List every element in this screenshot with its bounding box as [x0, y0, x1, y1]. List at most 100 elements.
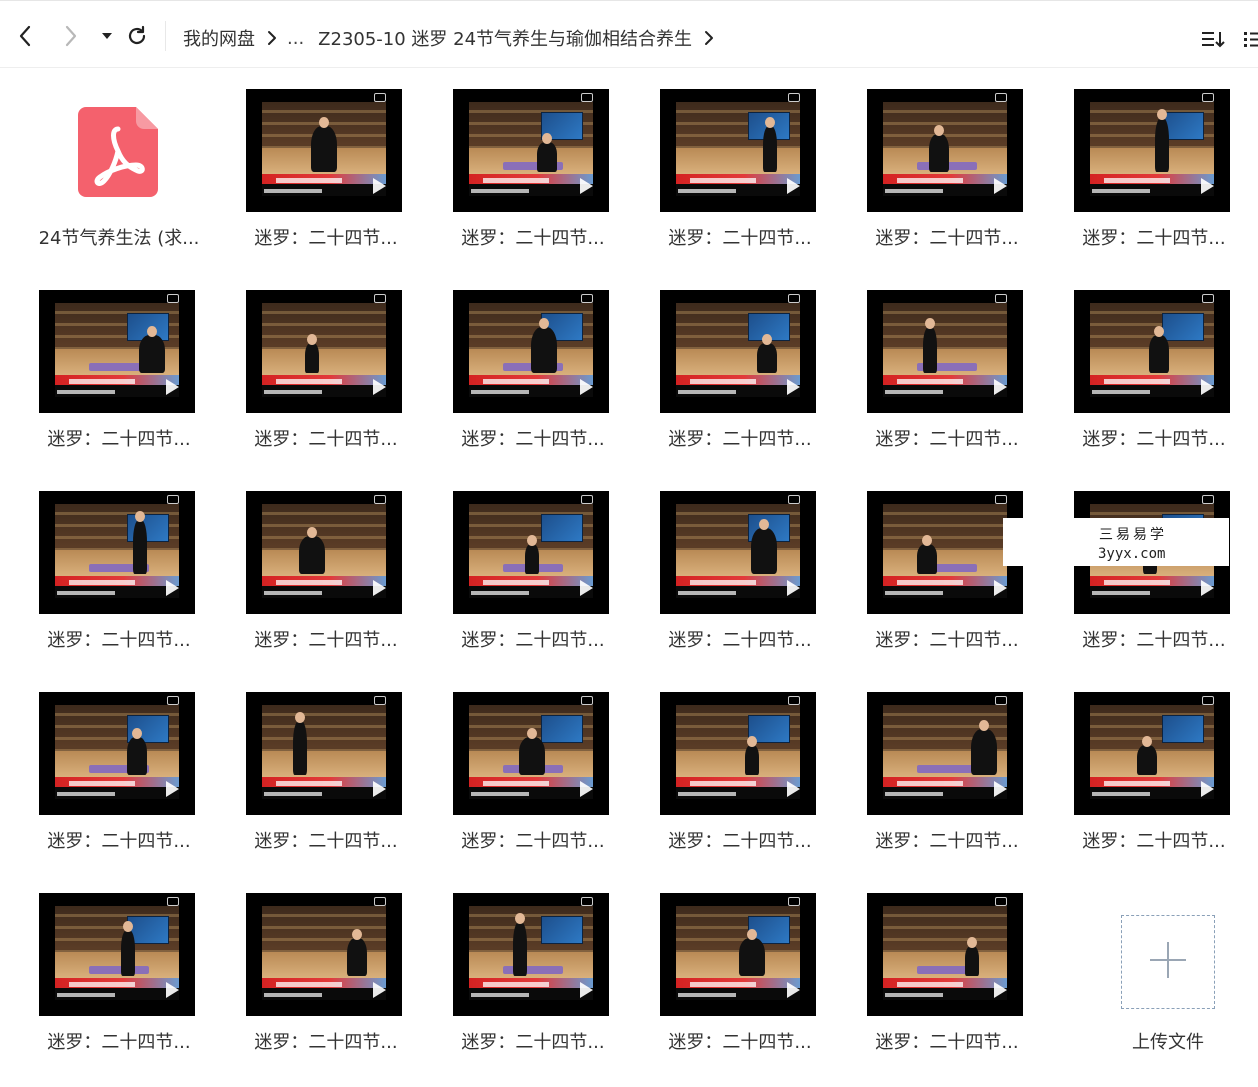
file-name: 迷罗：二十四节...: [875, 429, 1019, 450]
upload-drop-zone[interactable]: [1121, 915, 1215, 1009]
file-tile-video[interactable]: 迷罗：二十四节...: [852, 671, 1042, 861]
play-icon: [368, 377, 388, 397]
breadcrumb-current-folder[interactable]: Z2305-10 迷罗 24节气养生与瑜伽相结合养生: [318, 25, 692, 51]
file-name: 迷罗：二十四节...: [875, 630, 1019, 651]
bookshelf-stripe: [262, 914, 386, 917]
subtitle-text: [264, 792, 322, 796]
file-tile-video[interactable]: 迷罗：二十四节...: [645, 269, 835, 459]
channel-logo: [581, 696, 593, 705]
bookshelf-stripe: [262, 323, 386, 326]
bookshelf-stripe: [883, 536, 1007, 539]
channel-logo: [167, 897, 179, 906]
studio-monitor: [541, 715, 583, 743]
bookshelf-stripe: [883, 926, 1007, 929]
refresh-button[interactable]: [124, 23, 150, 49]
instructor-head: [747, 736, 757, 747]
file-tile-video[interactable]: 迷罗：二十四节...: [852, 269, 1042, 459]
file-tile-video[interactable]: 迷罗：二十四节...: [24, 872, 214, 1062]
file-name: 迷罗：二十四节...: [875, 228, 1019, 249]
file-tile-video[interactable]: 迷罗：二十四节...: [438, 671, 628, 861]
channel-logo: [788, 294, 800, 303]
channel-logo: [1202, 696, 1214, 705]
file-tile-video[interactable]: 迷罗：二十四节...: [231, 671, 421, 861]
subtitle-text: [471, 993, 529, 997]
sort-button[interactable]: [1200, 29, 1226, 53]
title-banner-text: [1104, 781, 1170, 786]
file-tile-video[interactable]: 迷罗：二十四节...: [438, 269, 628, 459]
bookshelf-stripe: [883, 335, 1007, 338]
instructor-head: [295, 712, 305, 723]
file-tile-video[interactable]: 迷罗：二十四节...: [1059, 671, 1249, 861]
title-banner-text: [483, 781, 549, 786]
file-tile-video[interactable]: 迷罗：二十四节...: [1059, 269, 1249, 459]
instructor-head: [1154, 326, 1164, 337]
upload-file-tile[interactable]: 上传文件: [1059, 872, 1249, 1062]
file-tile-video[interactable]: 迷罗：二十四节...: [645, 470, 835, 660]
instructor-head: [762, 334, 772, 345]
pdf-file-icon: [78, 107, 158, 197]
file-tile-video[interactable]: 迷罗：二十四节...: [231, 68, 421, 258]
video-thumbnail: [867, 893, 1023, 1016]
title-banner-text: [276, 781, 342, 786]
file-name: 迷罗：二十四节...: [1082, 228, 1226, 249]
file-tile-pdf[interactable]: 24节气养生法 (求...: [24, 68, 214, 258]
subtitle-text: [264, 591, 322, 595]
back-button[interactable]: [12, 23, 38, 49]
file-name: 24节气养生法 (求...: [38, 228, 200, 249]
video-thumbnail: [867, 290, 1023, 413]
history-dropdown-button[interactable]: [94, 23, 120, 49]
instructor-figure: [751, 528, 777, 574]
play-icon: [782, 980, 802, 1000]
file-tile-video[interactable]: 迷罗：二十四节...: [438, 470, 628, 660]
title-banner-text: [483, 982, 549, 987]
file-tile-video[interactable]: 迷罗：二十四节...: [231, 470, 421, 660]
breadcrumb-root[interactable]: 我的网盘: [183, 25, 255, 51]
file-tile-video[interactable]: 迷罗：二十四节...: [231, 872, 421, 1062]
play-icon: [368, 578, 388, 598]
instructor-head: [542, 133, 552, 144]
title-banner-text: [276, 178, 342, 183]
forward-button[interactable]: [58, 23, 84, 49]
view-mode-button[interactable]: [1242, 29, 1258, 53]
file-tile-video[interactable]: 迷罗：二十四节...: [24, 671, 214, 861]
video-thumbnail: [453, 893, 609, 1016]
instructor-figure: [347, 938, 367, 976]
file-tile-video[interactable]: 迷罗：二十四节...: [645, 872, 835, 1062]
video-thumbnail: [453, 89, 609, 212]
file-tile-video[interactable]: 迷罗：二十四节...: [852, 872, 1042, 1062]
instructor-head: [747, 929, 757, 940]
file-tile-video[interactable]: 迷罗：二十四节...: [24, 269, 214, 459]
instructor-head: [307, 527, 317, 538]
subtitle-text: [264, 993, 322, 997]
instructor-head: [132, 728, 142, 739]
file-tile-video[interactable]: 迷罗：二十四节...: [645, 68, 835, 258]
file-tile-video[interactable]: 迷罗：二十四节...: [24, 470, 214, 660]
file-tile-video[interactable]: 迷罗：二十四节...: [645, 671, 835, 861]
breadcrumb-ellipsis[interactable]: ...: [287, 28, 304, 49]
studio-monitor: [541, 916, 583, 944]
file-tile-video[interactable]: 迷罗：二十四节...: [852, 68, 1042, 258]
file-tile-video[interactable]: 迷罗：二十四节...: [438, 872, 628, 1062]
file-name: 迷罗：二十四节...: [461, 831, 605, 852]
play-icon: [989, 176, 1009, 196]
subtitle-text: [1092, 189, 1150, 193]
title-banner-text: [69, 781, 135, 786]
file-tile-video[interactable]: 迷罗：二十四节...: [1059, 68, 1249, 258]
file-name: 迷罗：二十四节...: [668, 831, 812, 852]
channel-logo: [788, 93, 800, 102]
title-banner-text: [897, 580, 963, 585]
file-name: 迷罗：二十四节...: [668, 429, 812, 450]
channel-logo: [167, 495, 179, 504]
instructor-head: [1142, 736, 1152, 747]
file-tile-video[interactable]: 迷罗：二十四节...: [438, 68, 628, 258]
file-name: 迷罗：二十四节...: [1082, 831, 1226, 852]
studio-floor: [676, 148, 800, 174]
video-thumbnail: [867, 491, 1023, 614]
file-tile-video[interactable]: 迷罗：二十四节...: [231, 269, 421, 459]
video-thumbnail: [1074, 89, 1230, 212]
play-icon: [368, 980, 388, 1000]
bookshelf-stripe: [262, 713, 386, 716]
file-name: 迷罗：二十四节...: [47, 429, 191, 450]
video-thumbnail: [453, 692, 609, 815]
bookshelf-stripe: [262, 926, 386, 929]
